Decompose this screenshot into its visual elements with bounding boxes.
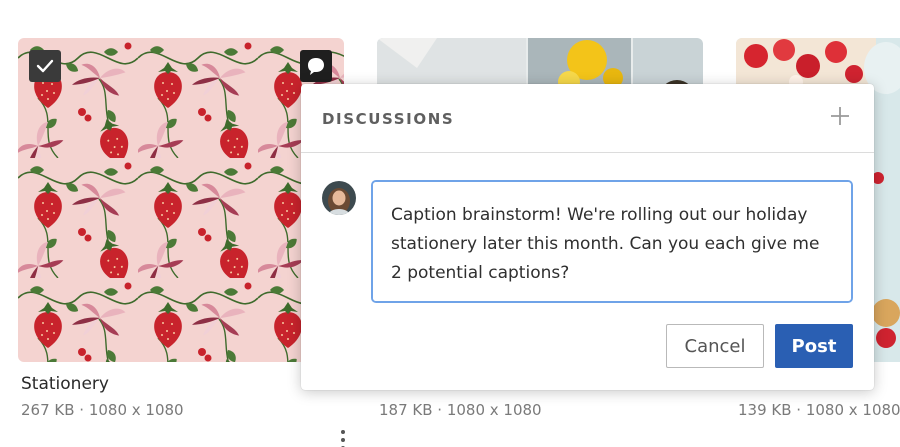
strawberry-pattern-thumbnail[interactable] [18, 38, 344, 362]
cancel-button[interactable]: Cancel [666, 324, 764, 368]
plus-icon [830, 106, 850, 130]
discussion-button[interactable] [300, 50, 332, 82]
speech-bubble-icon [306, 56, 326, 76]
checkmark-icon [36, 59, 54, 73]
card-title: Stationery [21, 374, 109, 394]
more-vertical-icon[interactable] [338, 430, 348, 447]
discussions-title: DISCUSSIONS [322, 110, 455, 128]
card-file-info: 187 KB · 1080 x 1080 [379, 401, 542, 419]
post-button[interactable]: Post [775, 324, 853, 368]
add-discussion-button[interactable] [826, 104, 854, 132]
media-card[interactable]: Stationery 267 KB · 1080 x 1080 [18, 38, 345, 447]
discussion-message-input[interactable]: Caption brainstorm! We're rolling out ou… [371, 180, 853, 303]
discussions-popover: DISCUSSIONS Caption brainstorm! We're ro… [301, 84, 874, 390]
card-file-info: 267 KB · 1080 x 1080 [21, 401, 184, 419]
media-gallery: Stationery 267 KB · 1080 x 1080 187 KB ·… [0, 0, 900, 447]
selected-checkbox[interactable] [29, 50, 61, 82]
discussions-header: DISCUSSIONS [301, 84, 874, 153]
avatar [322, 181, 356, 215]
card-file-info: 139 KB · 1080 x 1080 [738, 401, 900, 419]
